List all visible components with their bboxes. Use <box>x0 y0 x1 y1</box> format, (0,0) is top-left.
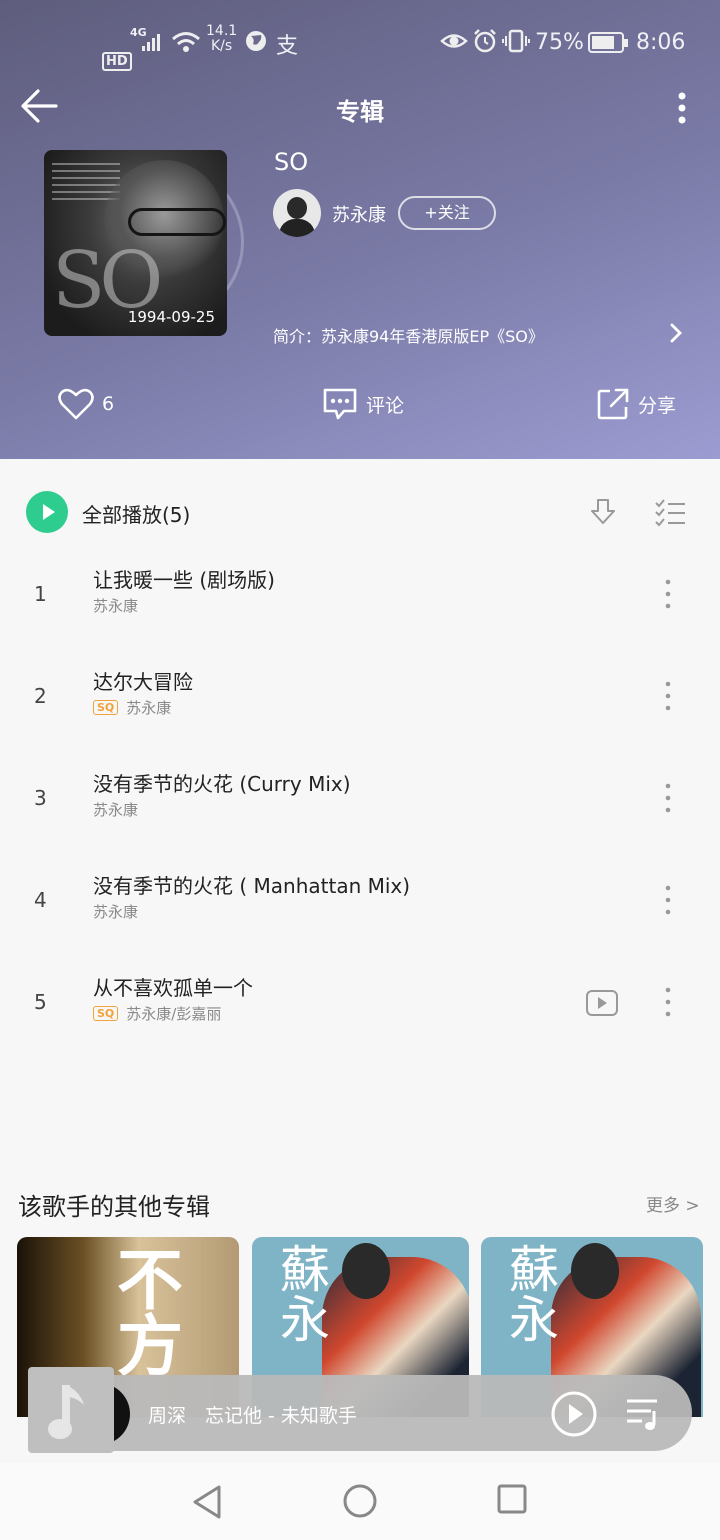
track-title: 让我暖一些 (剧场版) <box>93 568 275 592</box>
battery-icon <box>588 32 628 53</box>
nav-home-icon[interactable] <box>342 1483 378 1519</box>
track-more-icon[interactable] <box>660 884 676 916</box>
album-cover-art: SO 1994-09-25 <box>44 150 227 336</box>
comment-icon <box>323 388 357 420</box>
music-note-icon <box>48 1385 84 1439</box>
play-all-label[interactable]: 全部播放(5) <box>82 499 190 528</box>
sq-badge: SQ <box>93 1006 119 1021</box>
album-name: SO <box>274 148 309 176</box>
artist-name[interactable]: 苏永康 <box>332 201 386 227</box>
track-more-icon[interactable] <box>660 578 676 610</box>
album-thumbnail-lettering: 蘇永 <box>501 1243 559 1343</box>
status-bar: HD 4G 14.1 K/s 支 75% 8:06 <box>0 20 720 71</box>
mini-play-icon[interactable] <box>550 1390 598 1438</box>
share-button[interactable]: 分享 <box>596 384 676 424</box>
sq-badge: SQ <box>93 700 119 715</box>
album-thumbnail-lettering: 蘇永 <box>272 1243 330 1343</box>
artist-avatar[interactable] <box>273 189 321 237</box>
track-more-icon[interactable] <box>660 986 676 1018</box>
other-albums-title: 该歌手的其他专辑 <box>18 1193 210 1221</box>
track-title: 从不喜欢孤单一个 <box>93 976 253 1000</box>
alipay-icon: 支 <box>276 34 299 59</box>
album-cover[interactable]: SO 1994-09-25 <box>44 150 244 336</box>
signal-icon <box>142 34 160 51</box>
track-row[interactable]: 2 达尔大冒险 SQ 苏永康 <box>0 650 720 752</box>
mini-player-song: 周深 忘记他 - 未知歌手 <box>148 1405 357 1427</box>
track-more-icon[interactable] <box>660 680 676 712</box>
track-artist: 苏永康/彭嘉丽 <box>126 1005 222 1023</box>
play-all-button[interactable] <box>26 491 68 533</box>
page-title: 专辑 <box>336 98 384 126</box>
share-icon <box>597 388 629 420</box>
hd-badge: HD <box>102 52 132 71</box>
album-intro[interactable]: 简介：苏永康94年香港原版EP《SO》 <box>273 323 544 347</box>
heart-icon <box>58 388 94 420</box>
nav-recents-icon[interactable] <box>496 1483 528 1515</box>
album-thumbnail-lettering: 不方 <box>117 1241 183 1385</box>
comment-button[interactable]: 评论 <box>322 384 404 424</box>
track-row[interactable]: 1 让我暖一些 (剧场版) 苏永康 <box>0 548 720 650</box>
track-row[interactable]: 3 没有季节的火花 (Curry Mix) 苏永康 <box>0 752 720 854</box>
vibrate-icon <box>502 29 530 53</box>
share-label: 分享 <box>638 394 677 417</box>
track-number: 5 <box>34 990 47 1014</box>
wifi-icon <box>172 32 200 52</box>
like-count: 6 <box>102 393 115 415</box>
track-artist: 苏永康 <box>93 903 139 921</box>
album-header: HD 4G 14.1 K/s 支 75% 8:06 专辑 SO 1994-09-… <box>0 0 720 459</box>
track-row[interactable]: 4 没有季节的火花 ( Manhattan Mix) 苏永康 <box>0 854 720 956</box>
track-title: 没有季节的火花 (Curry Mix) <box>93 772 351 796</box>
download-icon[interactable] <box>588 497 618 527</box>
like-button[interactable]: 6 <box>58 384 114 424</box>
system-nav-bar <box>0 1463 720 1540</box>
other-albums-more-link[interactable]: 更多 > <box>646 1191 700 1216</box>
playlist-icon[interactable] <box>624 1397 664 1431</box>
track-number: 2 <box>34 684 47 708</box>
mv-video-icon[interactable] <box>585 989 619 1017</box>
comment-label: 评论 <box>366 394 405 417</box>
track-artist: 苏永康 <box>126 699 172 717</box>
track-number: 4 <box>34 888 47 912</box>
multi-select-icon[interactable] <box>654 499 686 527</box>
cover-date: 1994-09-25 <box>127 308 215 326</box>
track-number: 1 <box>34 582 47 606</box>
alarm-icon <box>474 29 496 53</box>
track-artist: 苏永康 <box>93 597 139 615</box>
net-speed: 14.1 K/s <box>206 23 238 54</box>
more-vertical-icon[interactable] <box>670 90 694 126</box>
mini-player-art[interactable] <box>28 1367 114 1453</box>
track-more-icon[interactable] <box>660 782 676 814</box>
cover-glasses <box>128 208 226 236</box>
nav-back-icon[interactable] <box>190 1483 224 1521</box>
chevron-right-icon[interactable] <box>668 321 684 345</box>
globe-icon <box>246 31 266 51</box>
track-title: 没有季节的火花 ( Manhattan Mix) <box>93 874 411 898</box>
battery-percent: 75% <box>535 30 584 55</box>
follow-button[interactable]: +关注 <box>398 196 496 230</box>
clock: 8:06 <box>636 30 686 55</box>
mini-player[interactable]: 周深 忘记他 - 未知歌手 <box>28 1367 692 1453</box>
track-artist: 苏永康 <box>93 801 139 819</box>
eye-icon <box>440 34 468 48</box>
track-row[interactable]: 5 从不喜欢孤单一个 SQ 苏永康/彭嘉丽 <box>0 956 720 1058</box>
track-number: 3 <box>34 786 47 810</box>
play-icon <box>43 504 55 520</box>
track-title: 达尔大冒险 <box>93 670 193 694</box>
